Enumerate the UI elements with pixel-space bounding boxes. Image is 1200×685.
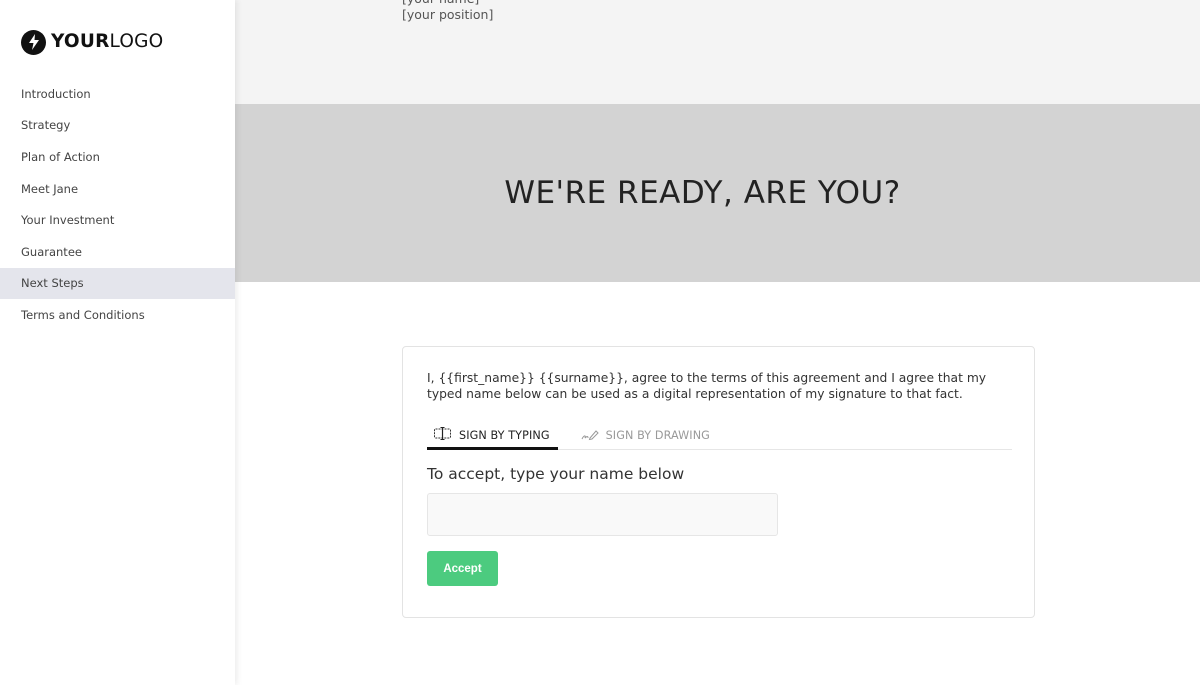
sidebar-nav: Introduction Strategy Plan of Action Mee… [0,78,235,331]
tab-sign-by-typing[interactable]: SIGN BY TYPING [427,421,558,450]
sidebar-item-label: Guarantee [21,244,82,259]
signature-name-input[interactable] [427,493,778,536]
signature-section [235,0,1200,104]
sidebar-item-label: Meet Jane [21,181,79,196]
sidebar: YOURLOGO Introduction Strategy Plan of A… [0,0,235,685]
logo-text-light: LOGO [109,30,164,52]
signer-position: [your position] [402,7,494,22]
accept-button[interactable]: Accept [427,551,498,586]
logo-text: YOURLOGO [51,30,164,52]
logo[interactable]: YOURLOGO [21,29,163,55]
sidebar-item-label: Next Steps [21,276,84,291]
signature-card: I, {{first_name}} {{surname}}, agree to … [402,346,1035,618]
sidebar-item-your-investment[interactable]: Your Investment [0,204,235,236]
pen-signature-icon [581,428,606,444]
sidebar-item-guarantee[interactable]: Guarantee [0,236,235,268]
cta-banner: WE'RE READY, ARE YOU? [235,104,1200,282]
text-cursor-icon [434,427,459,443]
sidebar-item-meet-jane[interactable]: Meet Jane [0,173,235,205]
sidebar-item-label: Terms and Conditions [21,307,145,322]
lightning-bolt-icon [21,29,46,55]
sidebar-item-label: Plan of Action [21,149,100,164]
tab-label: SIGN BY DRAWING [605,429,710,442]
banner-heading: WE'RE READY, ARE YOU? [504,175,901,211]
signer-name: [your name] [402,0,479,6]
tab-sign-by-drawing[interactable]: SIGN BY DRAWING [574,421,718,450]
agreement-text: I, {{first_name}} {{surname}}, agree to … [427,371,987,401]
sidebar-item-label: Your Investment [21,213,115,228]
sidebar-item-plan-of-action[interactable]: Plan of Action [0,141,235,173]
sidebar-item-next-steps[interactable]: Next Steps [0,267,235,300]
sidebar-item-terms-and-conditions[interactable]: Terms and Conditions [0,299,235,331]
sidebar-item-label: Introduction [21,86,91,101]
tab-label: SIGN BY TYPING [459,428,550,442]
name-input-label: To accept, type your name below [427,465,685,483]
logo-text-bold: YOUR [51,30,110,52]
sidebar-item-introduction[interactable]: Introduction [0,78,235,110]
sidebar-item-label: Strategy [21,118,71,133]
signature-method-tabs: SIGN BY TYPING SIGN BY DRAWING [427,421,1012,450]
sidebar-item-strategy[interactable]: Strategy [0,110,235,142]
